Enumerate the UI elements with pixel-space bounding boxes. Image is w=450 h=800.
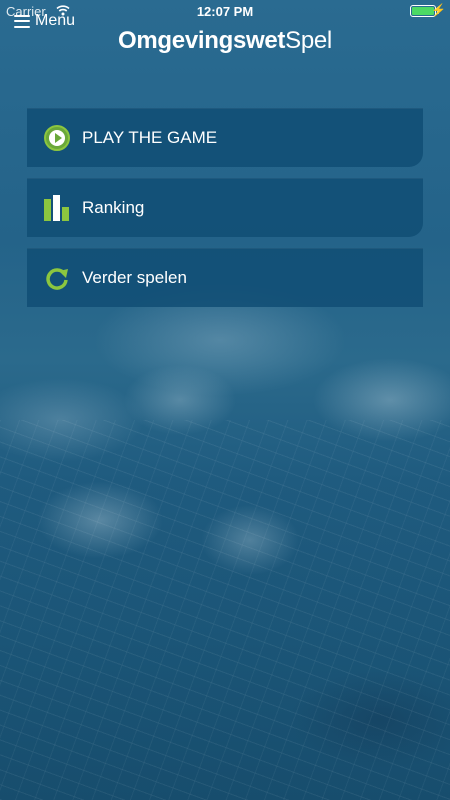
play-icon <box>44 124 70 151</box>
app-title-light: Spel <box>285 27 332 54</box>
verder-spelen-button[interactable]: Verder spelen <box>27 248 423 307</box>
verder-spelen-label: Verder spelen <box>82 267 187 287</box>
refresh-icon <box>46 267 68 290</box>
main-menu: PLAY THE GAME Ranking Verder spelen <box>27 108 423 318</box>
app-title-bold: Omgevingswet <box>118 27 286 54</box>
app-title: OmgevingswetSpel <box>0 27 450 55</box>
aerial-background-texture <box>0 420 450 800</box>
play-the-game-label: PLAY THE GAME <box>82 127 218 147</box>
ranking-icon <box>44 194 70 221</box>
hamburger-icon <box>14 14 30 28</box>
ranking-label: Ranking <box>82 197 145 217</box>
play-the-game-button[interactable]: PLAY THE GAME <box>27 108 423 167</box>
charging-icon: ⚡ <box>431 3 446 17</box>
ranking-button[interactable]: Ranking <box>27 178 423 237</box>
